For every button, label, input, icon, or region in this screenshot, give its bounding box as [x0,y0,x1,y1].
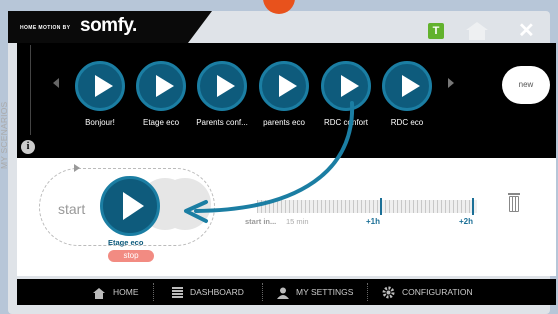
new-scenario-button[interactable]: new [502,66,550,104]
timeline-2h-label: +2h [459,217,474,226]
scenario-label: RDC eco [390,118,424,127]
footer-divider [262,283,263,301]
scenario-label: parents eco [263,118,305,127]
footer-nav: HOME DASHBOARD MY SETTINGS CONFIGURATION [17,279,556,305]
t-badge-button[interactable]: T [428,23,444,39]
footer-dashboard-label: DASHBOARD [190,287,244,297]
active-scenario-label: Etage eco [108,238,144,247]
scenario-label: Etage eco [142,118,180,127]
play-icon[interactable] [259,61,309,111]
scenarios-panel: MY SCENARIOS i Bonjour! Etage eco Parent… [0,43,556,169]
stop-button[interactable]: stop [108,250,154,262]
timeline-1h-label: +1h [366,217,381,226]
info-icon[interactable]: i [21,140,35,154]
scenario-etage-eco[interactable]: Etage eco [131,61,191,127]
scenario-parents-confort[interactable]: Parents conf... [192,61,252,127]
scenario-label: Parents conf... [196,118,248,127]
close-button[interactable]: ✕ [518,18,535,43]
start-marker-icon [74,164,80,172]
scenario-bonjour[interactable]: Bonjour! [70,61,130,127]
timeline-workspace: start Etage eco stop start in... 15 min … [17,158,556,276]
scenario-label: Bonjour! [85,118,115,127]
dashboard-icon [172,287,183,299]
play-icon[interactable] [136,61,186,111]
footer-divider [153,283,154,301]
gear-icon [382,286,395,299]
footer-home-label: HOME [113,287,139,297]
footer-dashboard[interactable]: DASHBOARD [172,279,244,305]
timeline-15min-label: 15 min [286,217,309,226]
footer-my-settings[interactable]: MY SETTINGS [277,279,353,305]
footer-configuration-label: CONFIGURATION [402,287,473,297]
person-icon [277,287,289,299]
side-divider [30,45,31,135]
somfy-logo: somfy. [80,15,137,36]
timeline-ruler[interactable] [257,200,477,213]
timeline-tick-2h [472,198,474,215]
scenario-parents-eco[interactable]: parents eco [254,61,314,127]
footer-divider [367,283,368,301]
brand-tagline: HOME MOTION BY [20,25,71,31]
scenario-rdc-confort[interactable]: RDC confort [316,61,376,127]
play-icon[interactable] [75,61,125,111]
scenario-rdc-eco[interactable]: RDC eco [377,61,437,127]
active-scenario-play-button[interactable] [100,176,160,236]
house-icon[interactable] [463,20,491,40]
footer-configuration[interactable]: CONFIGURATION [382,279,473,305]
trash-icon[interactable] [508,193,520,212]
footer-home[interactable]: HOME [92,279,139,305]
footer-my-settings-label: MY SETTINGS [296,287,354,297]
timeline-tick-1h [380,198,382,215]
scroll-right-arrow[interactable] [448,78,454,88]
play-icon[interactable] [321,61,371,111]
scenario-label: RDC confort [323,118,368,127]
house-icon [93,287,105,299]
brand-tab: HOME MOTION BY somfy. [8,11,212,43]
play-icon[interactable] [197,61,247,111]
start-label: start [58,201,86,217]
scroll-left-arrow[interactable] [53,78,59,88]
play-icon[interactable] [382,61,432,111]
timeline-start-label: start in... [245,217,277,226]
header-bar: HOME MOTION BY somfy. T ✕ [8,11,550,43]
